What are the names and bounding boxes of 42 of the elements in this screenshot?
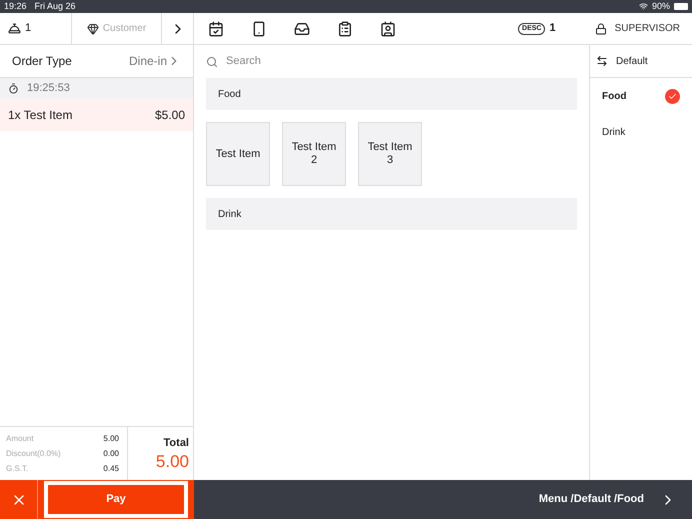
search-icon bbox=[206, 56, 218, 68]
breadcrumb-bar[interactable]: Menu /Default /Food bbox=[194, 480, 692, 519]
total-label: Total bbox=[164, 436, 189, 452]
wifi-icon bbox=[638, 2, 648, 11]
phone-icon[interactable] bbox=[251, 20, 267, 36]
order-item-name: 1x Test Item bbox=[8, 107, 72, 124]
summary-value: 0.00 bbox=[103, 448, 119, 460]
menu-item-tile[interactable]: Test Item 3 bbox=[358, 122, 422, 186]
menu-item-tile[interactable]: Test Item bbox=[206, 122, 270, 186]
status-date: Fri Aug 26 bbox=[34, 0, 76, 13]
summary-label: Amount bbox=[6, 432, 34, 444]
inbox-icon[interactable] bbox=[294, 20, 310, 36]
lock-icon[interactable] bbox=[594, 22, 607, 34]
summary-label: Discount(0.0%) bbox=[6, 448, 61, 460]
summary-value: 5.00 bbox=[103, 432, 119, 444]
category-header: Default bbox=[616, 54, 648, 68]
guests-button[interactable]: 1 bbox=[0, 13, 72, 44]
order-item-price: $5.00 bbox=[154, 107, 185, 124]
section-header: Food bbox=[206, 78, 577, 110]
status-time: 19:26 bbox=[4, 0, 27, 13]
bell-icon bbox=[8, 22, 21, 35]
role-label: SUPERVISOR bbox=[614, 22, 680, 36]
search-field[interactable]: Search bbox=[226, 53, 577, 70]
category-item[interactable]: Drink bbox=[590, 114, 692, 150]
calendar-check-icon[interactable] bbox=[208, 20, 224, 36]
clipboard-icon[interactable] bbox=[337, 20, 353, 36]
section-header: Drink bbox=[206, 198, 577, 230]
pay-button[interactable]: Pay bbox=[48, 485, 184, 514]
battery-percent: 90% bbox=[652, 0, 670, 13]
summary-value: 0.45 bbox=[103, 462, 119, 474]
total-value: 5.00 bbox=[156, 452, 189, 472]
category-item[interactable]: Food bbox=[590, 78, 692, 114]
diamond-icon bbox=[86, 22, 99, 34]
menu-item-tile[interactable]: Test Item 2 bbox=[282, 122, 346, 186]
stopwatch-icon bbox=[8, 83, 19, 94]
order-timer: 19:25:53 bbox=[27, 81, 70, 96]
battery-icon bbox=[674, 3, 688, 10]
contact-card-icon[interactable] bbox=[380, 20, 396, 36]
summary-label: G.S.T. bbox=[6, 462, 28, 474]
desc-count: 1 bbox=[549, 21, 556, 36]
check-icon bbox=[665, 88, 680, 104]
switch-icon[interactable] bbox=[596, 55, 608, 67]
